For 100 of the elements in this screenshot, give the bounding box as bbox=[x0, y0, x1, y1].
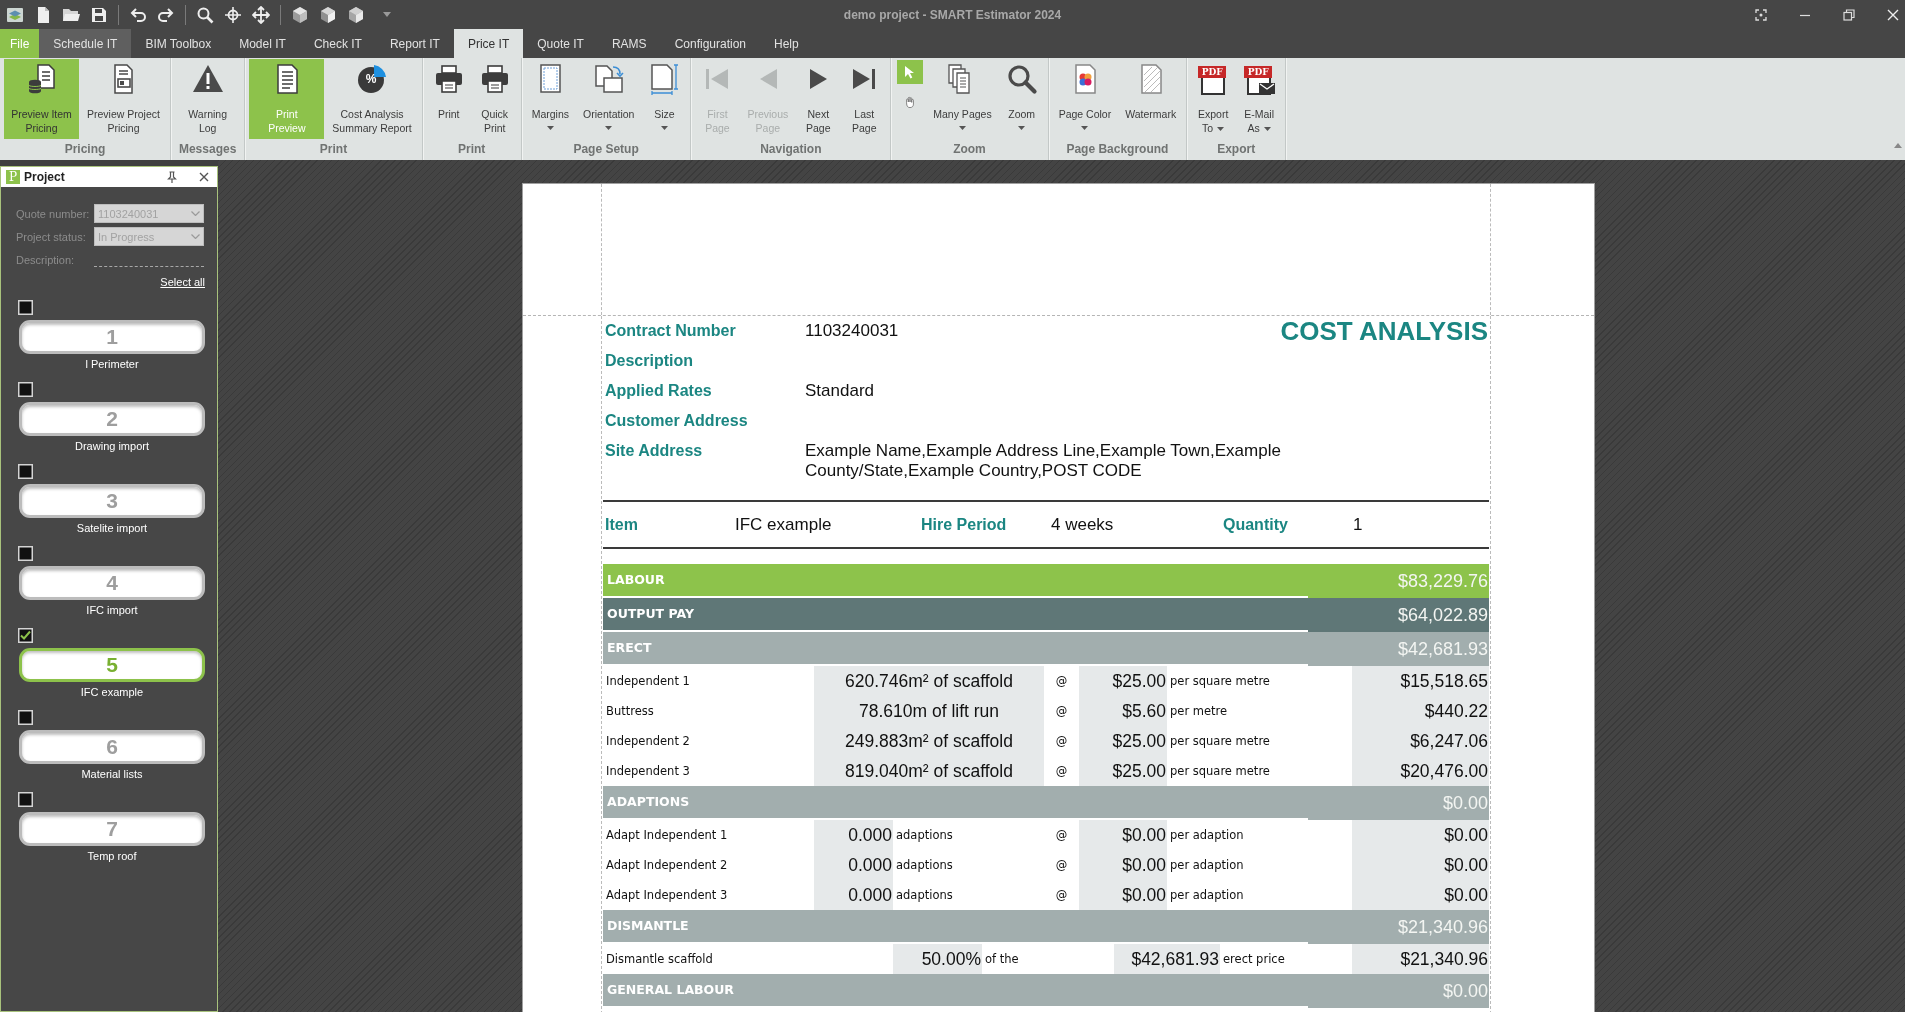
ribbon-button[interactable]: Preview Item Pricing bbox=[4, 59, 79, 139]
unit-label: per adaption bbox=[1169, 887, 1244, 904]
checkbox[interactable] bbox=[18, 300, 33, 315]
at-label: @ bbox=[1055, 827, 1068, 844]
menu-tab[interactable]: Help bbox=[760, 29, 813, 58]
item-name: Dismantle scaffold bbox=[605, 951, 713, 968]
section-header: LABOUR bbox=[603, 564, 1308, 598]
ribbon-button[interactable]: Many Pages bbox=[927, 59, 998, 139]
ribbon-button[interactable]: Last Page bbox=[842, 59, 887, 139]
window-title: demo project - SMART Estimator 2024 bbox=[843, 7, 1062, 22]
field-value: IFC example bbox=[735, 514, 832, 535]
ribbon-button[interactable]: PDF Export To bbox=[1191, 59, 1236, 139]
field-value: Standard bbox=[805, 380, 874, 401]
unit-label: per square metre bbox=[1169, 733, 1270, 750]
ribbon-button[interactable]: Watermark bbox=[1119, 59, 1183, 139]
menu-tab[interactable]: BIM Toolbox bbox=[131, 29, 226, 58]
ribbon-group-label: Page Background bbox=[1065, 141, 1170, 158]
section-total: $83,229.76 bbox=[1308, 564, 1489, 598]
field-value: 1103240031 bbox=[805, 320, 899, 341]
checkbox[interactable] bbox=[18, 710, 33, 725]
fullscreen-icon[interactable] bbox=[1755, 8, 1767, 21]
save-icon[interactable] bbox=[90, 5, 108, 24]
menu-tab[interactable]: Check IT bbox=[299, 29, 376, 58]
item-label: Satelite import bbox=[76, 522, 148, 534]
rate-cell: $0.00 bbox=[1079, 820, 1167, 850]
checkbox[interactable] bbox=[18, 628, 33, 643]
page-size-icon bbox=[648, 63, 681, 95]
amount-cell: $440.22 bbox=[1352, 696, 1489, 726]
rate-cell: $5.60 bbox=[1079, 696, 1167, 726]
hand-icon bbox=[904, 95, 917, 109]
ribbon-group-label: Navigation bbox=[759, 141, 823, 158]
pin-icon[interactable] bbox=[167, 171, 177, 183]
field-label: Contract Number bbox=[605, 321, 737, 341]
percent-cell: 50.00% bbox=[893, 944, 982, 974]
caret-icon[interactable] bbox=[383, 12, 391, 17]
section-total: $0.00 bbox=[1308, 786, 1489, 820]
ribbon-button[interactable]: Zoom bbox=[999, 59, 1044, 139]
select-all-link[interactable]: Select all bbox=[160, 276, 205, 288]
menu-tab[interactable]: Report IT bbox=[375, 29, 454, 58]
menu-tab[interactable]: Configuration bbox=[660, 29, 760, 58]
item-name: Adapt Independent 3 bbox=[605, 887, 728, 904]
item-name: Adapt Independent 1 bbox=[605, 827, 728, 844]
warning-icon bbox=[191, 63, 224, 95]
ribbon-group-label: Print bbox=[457, 141, 487, 158]
field-value: 1 bbox=[1353, 514, 1363, 535]
field-label: Description: bbox=[16, 253, 76, 266]
ribbon-button[interactable]: % Cost Analysis Summary Report bbox=[326, 59, 418, 139]
ribbon-button[interactable]: Quick Print bbox=[472, 59, 517, 139]
cube-icon[interactable] bbox=[319, 5, 337, 24]
at-label: @ bbox=[1055, 673, 1068, 690]
menu-tab[interactable]: RAMS bbox=[597, 29, 661, 58]
menu-tab[interactable]: Quote IT bbox=[523, 29, 598, 58]
ribbon-button[interactable]: Orientation bbox=[577, 59, 641, 139]
cube-icon[interactable] bbox=[347, 5, 365, 24]
field-value: Example Name,Example Address Line,Example Town,Example County/State,Example Country,POST CODE bbox=[805, 440, 1282, 481]
checkbox[interactable] bbox=[18, 464, 33, 479]
menu-tab[interactable]: Model IT bbox=[225, 29, 300, 58]
ribbon-button[interactable]: Warning Log bbox=[182, 59, 233, 139]
restore-icon[interactable] bbox=[1843, 8, 1855, 21]
field-value: 4 weeks bbox=[1051, 514, 1114, 535]
panel-title: Project bbox=[24, 170, 66, 184]
checkbox[interactable] bbox=[18, 546, 33, 561]
checkbox[interactable] bbox=[18, 382, 33, 397]
search-icon[interactable] bbox=[196, 5, 214, 24]
quantity-cell: 249.883m² of scaffold bbox=[814, 726, 1044, 756]
field-label: Project status: bbox=[16, 230, 87, 243]
amount-cell: $6,247.06 bbox=[1352, 726, 1489, 756]
move-icon[interactable] bbox=[252, 5, 270, 24]
ribbon-button[interactable]: Size bbox=[642, 59, 687, 139]
section-total: $0.00 bbox=[1308, 974, 1489, 1008]
rate-cell: $25.00 bbox=[1079, 726, 1167, 756]
ribbon-button[interactable]: Preview Project Pricing bbox=[81, 59, 166, 139]
cube-icon[interactable] bbox=[291, 5, 309, 24]
menu-tab[interactable]: Price IT bbox=[453, 29, 524, 58]
rate-cell: $0.00 bbox=[1079, 850, 1167, 880]
item-name: Buttress bbox=[605, 703, 654, 720]
amount-cell: $0.00 bbox=[1352, 850, 1489, 880]
item-label: Material lists bbox=[81, 768, 143, 780]
ribbon-button[interactable]: Margins bbox=[525, 59, 576, 139]
chevron-up-icon[interactable] bbox=[1894, 143, 1902, 148]
app-logo-icon[interactable] bbox=[6, 5, 24, 24]
unit-label: per adaption bbox=[1169, 857, 1244, 874]
ribbon-button[interactable]: PDF E-Mail As bbox=[1237, 59, 1282, 139]
unit-label: adaptions bbox=[895, 857, 953, 874]
rate-cell: $25.00 bbox=[1079, 666, 1167, 696]
unit-label: per square metre bbox=[1169, 673, 1270, 690]
ribbon-button[interactable]: Page Color bbox=[1052, 59, 1118, 139]
close-icon[interactable] bbox=[199, 172, 209, 182]
checkbox[interactable] bbox=[18, 792, 33, 807]
undo-icon[interactable] bbox=[129, 5, 147, 24]
menu-tab[interactable]: Schedule IT bbox=[39, 29, 132, 58]
quantity-cell: 0.000 bbox=[814, 820, 893, 850]
crosshair-icon[interactable] bbox=[224, 5, 242, 24]
ribbon-button[interactable]: Print bbox=[426, 59, 471, 139]
ribbon-button[interactable]: Next Page bbox=[796, 59, 841, 139]
item-name: Adapt Independent 2 bbox=[605, 857, 728, 874]
quantity-cell: 0.000 bbox=[814, 850, 893, 880]
item-label: IFC example bbox=[80, 686, 144, 698]
redo-icon[interactable] bbox=[157, 5, 175, 24]
report-title: COST ANALYSIS bbox=[1280, 316, 1489, 346]
